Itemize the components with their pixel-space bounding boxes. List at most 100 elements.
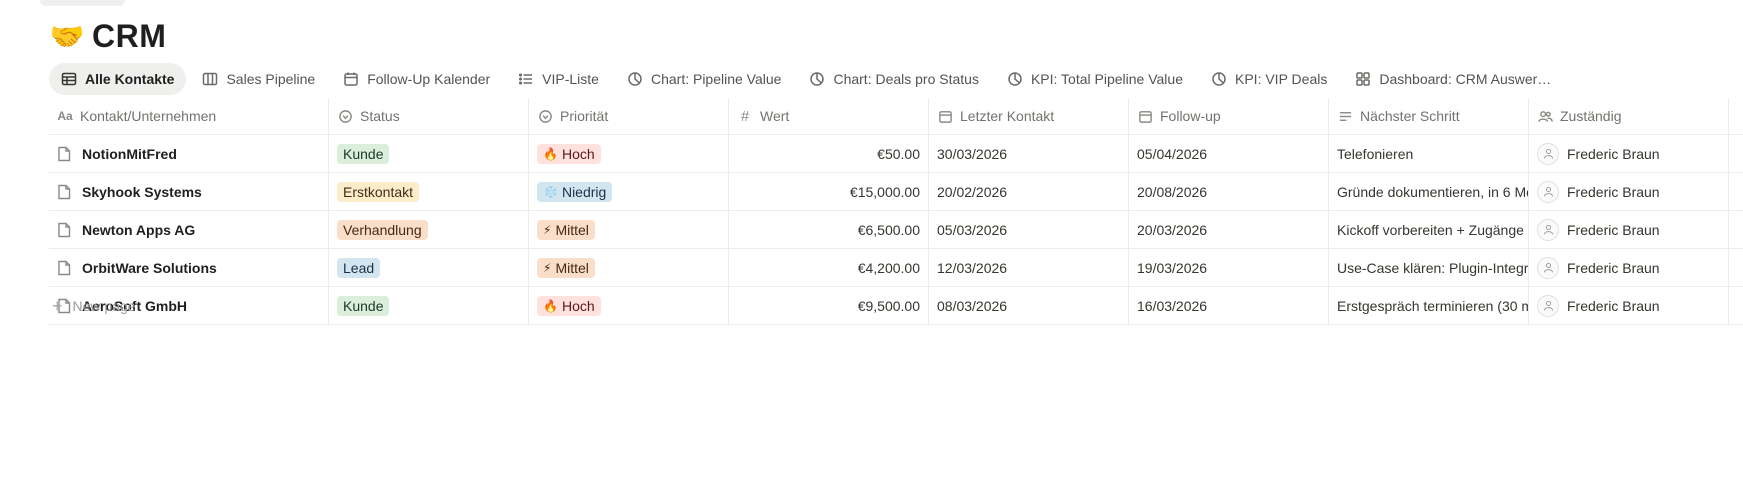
priority-cell[interactable]: ❄️ Niedrig: [529, 173, 729, 210]
tab-8[interactable]: Dashboard: CRM Auswer…: [1343, 63, 1563, 95]
tab-5[interactable]: Chart: Deals pro Status: [797, 63, 991, 95]
name-cell[interactable]: Newton Apps AG: [49, 211, 329, 248]
tab-2[interactable]: Follow-Up Kalender: [331, 63, 502, 95]
column-header-1[interactable]: Status: [329, 98, 529, 134]
next-step-cell[interactable]: Kickoff vorbereiten + Zugänge a: [1329, 211, 1529, 248]
name-cell[interactable]: OrbitWare Solutions: [49, 249, 329, 286]
table-body: NotionMitFred Kunde 🔥 Hoch €50.00 30/03/2026 0…: [49, 135, 1743, 325]
status-cell[interactable]: Kunde: [329, 287, 529, 324]
last-contact-cell[interactable]: 20/02/2026: [929, 173, 1129, 210]
follow-up-cell[interactable]: 19/03/2026: [1129, 249, 1329, 286]
status-cell[interactable]: Lead: [329, 249, 529, 286]
deal-value: €6,500.00: [857, 221, 920, 238]
tab-label: Follow-Up Kalender: [367, 71, 491, 87]
follow-up-cell[interactable]: 16/03/2026: [1129, 287, 1329, 324]
page-icon: [57, 260, 73, 276]
next-step-cell[interactable]: Telefonieren: [1329, 135, 1529, 172]
follow-up-cell[interactable]: 20/08/2026: [1129, 173, 1329, 210]
number-property-icon: #: [740, 107, 750, 125]
owner-name: Frederic Braun: [1567, 183, 1660, 200]
last-contact-cell[interactable]: 12/03/2026: [929, 249, 1129, 286]
follow-up-date: 05/04/2026: [1137, 145, 1208, 162]
follow-up-cell[interactable]: 05/04/2026: [1129, 135, 1329, 172]
tab-label: Alle Kontakte: [85, 71, 175, 87]
value-cell[interactable]: €4,200.00: [729, 249, 929, 286]
value-cell[interactable]: €9,500.00: [729, 287, 929, 324]
database-table: Aa Kontakt/Unternehmen Status Priorität # Wer…: [49, 98, 1743, 325]
owner-cell[interactable]: Frederic Braun: [1529, 287, 1729, 324]
tab-label: Sales Pipeline: [226, 71, 316, 87]
priority-emoji-icon: ⚡: [543, 260, 552, 275]
deal-value: €15,000.00: [849, 183, 920, 200]
status-badge: Verhandlung: [337, 219, 428, 240]
column-header-3[interactable]: # Wert: [729, 98, 929, 134]
column-header-5[interactable]: Follow-up: [1129, 98, 1329, 134]
value-cell[interactable]: €50.00: [729, 135, 929, 172]
new-page-button[interactable]: + New page: [52, 296, 136, 316]
last-contact-cell[interactable]: 05/03/2026: [929, 211, 1129, 248]
next-step-cell[interactable]: Gründe dokumentieren, in 6 Mo: [1329, 173, 1529, 210]
next-step-cell[interactable]: Erstgespräch terminieren (30 m: [1329, 287, 1529, 324]
handshake-icon[interactable]: 🤝: [48, 17, 86, 55]
page-icon: [57, 222, 73, 238]
tab-0[interactable]: Alle Kontakte: [49, 63, 187, 95]
tab-7[interactable]: KPI: VIP Deals: [1199, 63, 1339, 95]
owner-cell[interactable]: Frederic Braun: [1529, 211, 1729, 248]
last-contact-date: 20/02/2026: [937, 183, 1008, 200]
last-contact-cell[interactable]: 08/03/2026: [929, 287, 1129, 324]
page-icon: [57, 184, 73, 200]
name-cell[interactable]: NotionMitFred: [49, 135, 329, 172]
overflow-cell: [1729, 287, 1743, 324]
owner-cell[interactable]: Frederic Braun: [1529, 173, 1729, 210]
chart-icon: [1211, 71, 1227, 87]
next-step-text: Telefonieren: [1337, 145, 1414, 162]
follow-up-date: 20/03/2026: [1137, 221, 1208, 238]
priority-cell[interactable]: 🔥 Hoch: [529, 287, 729, 324]
priority-emoji-icon: ⚡: [543, 222, 552, 237]
person-property-icon: [1537, 108, 1553, 124]
table-row[interactable]: NotionMitFred Kunde 🔥 Hoch €50.00 30/03/2026 0…: [49, 135, 1743, 173]
next-step-text: Gründe dokumentieren, in 6 Mo: [1337, 183, 1529, 200]
column-header-label: Letzter Kontakt: [960, 108, 1055, 124]
page-title[interactable]: CRM: [92, 18, 166, 55]
table-row[interactable]: Newton Apps AG Verhandlung ⚡ Mittel €6,500.0…: [49, 211, 1743, 249]
calendar-icon: [343, 71, 359, 87]
owner-cell[interactable]: Frederic Braun: [1529, 135, 1729, 172]
column-header-4[interactable]: Letzter Kontakt: [929, 98, 1129, 134]
follow-up-cell[interactable]: 20/03/2026: [1129, 211, 1329, 248]
column-header-2[interactable]: Priorität: [529, 98, 729, 134]
breadcrumb-pill[interactable]: [40, 0, 125, 6]
priority-emoji-icon: 🔥: [543, 298, 558, 313]
table-row[interactable]: Skyhook Systems Erstkontakt ❄️ Niedrig €15,0…: [49, 173, 1743, 211]
contact-name: Newton Apps AG: [82, 221, 196, 238]
priority-emoji-icon: ❄️: [543, 184, 558, 199]
owner-cell[interactable]: Frederic Braun: [1529, 249, 1729, 286]
column-header-7[interactable]: Zuständig: [1529, 98, 1729, 134]
tab-4[interactable]: Chart: Pipeline Value: [615, 63, 793, 95]
overflow-cell: [1729, 135, 1743, 172]
table-row[interactable]: AeroSoft GmbH Kunde 🔥 Hoch €9,500.00 08/03/20…: [49, 287, 1743, 325]
column-header-6[interactable]: Nächster Schritt: [1329, 98, 1529, 134]
status-cell[interactable]: Erstkontakt: [329, 173, 529, 210]
status-badge: Lead: [337, 257, 381, 278]
status-badge: Erstkontakt: [337, 181, 420, 202]
priority-cell[interactable]: ⚡ Mittel: [529, 249, 729, 286]
next-step-text: Use-Case klären: Plugin-Integra: [1337, 259, 1529, 276]
priority-cell[interactable]: ⚡ Mittel: [529, 211, 729, 248]
date-property-icon: [1137, 108, 1153, 124]
status-cell[interactable]: Kunde: [329, 135, 529, 172]
priority-cell[interactable]: 🔥 Hoch: [529, 135, 729, 172]
table-row[interactable]: OrbitWare Solutions Lead ⚡ Mittel €4,200.00 1…: [49, 249, 1743, 287]
column-header-0[interactable]: Aa Kontakt/Unternehmen: [49, 98, 329, 134]
next-step-cell[interactable]: Use-Case klären: Plugin-Integra: [1329, 249, 1529, 286]
status-cell[interactable]: Verhandlung: [329, 211, 529, 248]
name-cell[interactable]: Skyhook Systems: [49, 173, 329, 210]
column-header-overflow[interactable]: [1729, 98, 1743, 134]
tab-1[interactable]: Sales Pipeline: [190, 63, 327, 95]
priority-badge: ❄️ Niedrig: [537, 181, 613, 202]
value-cell[interactable]: €15,000.00: [729, 173, 929, 210]
tab-6[interactable]: KPI: Total Pipeline Value: [995, 63, 1195, 95]
value-cell[interactable]: €6,500.00: [729, 211, 929, 248]
tab-3[interactable]: VIP-Liste: [506, 63, 611, 95]
last-contact-cell[interactable]: 30/03/2026: [929, 135, 1129, 172]
